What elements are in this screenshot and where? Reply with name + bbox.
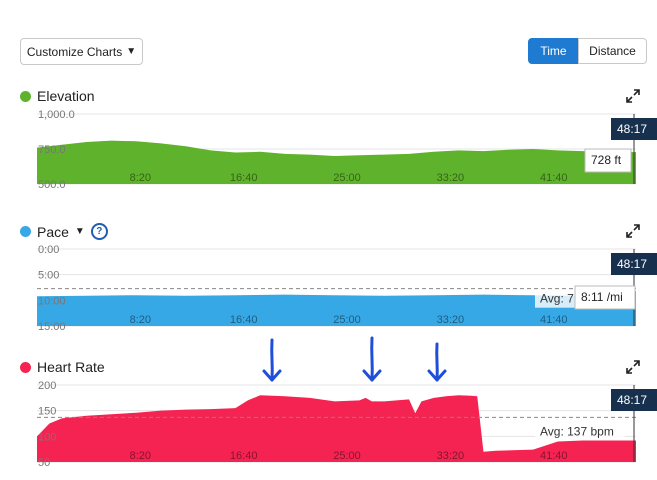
cursor-time-label: 48:17 bbox=[617, 393, 647, 407]
annotation-arrow bbox=[270, 338, 274, 382]
cursor-value-label: 728 ft bbox=[591, 153, 622, 167]
annotation-arrow bbox=[370, 336, 374, 382]
x-tick-label: 41:40 bbox=[540, 314, 568, 326]
y-tick-label: 10:00 bbox=[38, 295, 66, 307]
x-tick-label: 8:20 bbox=[130, 172, 151, 184]
x-tick-label: 41:40 bbox=[540, 450, 568, 462]
x-tick-label: 16:40 bbox=[230, 314, 258, 326]
y-tick-label: 750.0 bbox=[38, 144, 66, 156]
y-tick-label: 0:00 bbox=[38, 244, 59, 256]
x-tick-label: 41:40 bbox=[540, 172, 568, 184]
x-tick-label: 16:40 bbox=[230, 450, 258, 462]
cursor-value-label: 8:11 /mi bbox=[581, 290, 623, 304]
x-tick-label: 8:20 bbox=[130, 314, 151, 326]
y-tick-label: 1,000.0 bbox=[38, 109, 75, 121]
y-tick-label: 5:00 bbox=[38, 270, 59, 282]
x-tick-label: 25:00 bbox=[333, 172, 361, 184]
y-tick-label: 150 bbox=[38, 406, 56, 418]
charts-canvas: 500.0 750.0 1,000.0 8:20 16:40 25:00 33:20 41:4… bbox=[37, 109, 657, 469]
x-tick-label: 33:20 bbox=[437, 172, 465, 184]
y-tick-label: 500.0 bbox=[38, 179, 66, 191]
y-tick-label: 200 bbox=[38, 380, 56, 392]
cursor-time-label: 48:17 bbox=[617, 257, 647, 271]
cursor-time-label: 48:17 bbox=[617, 122, 647, 136]
x-tick-label: 25:00 bbox=[333, 450, 361, 462]
x-tick-label: 33:20 bbox=[437, 450, 465, 462]
x-tick-label: 25:00 bbox=[333, 314, 361, 326]
average-label: Avg: 137 bpm bbox=[540, 424, 614, 438]
x-tick-label: 33:20 bbox=[437, 314, 465, 326]
y-tick-label: 50 bbox=[38, 457, 50, 469]
y-tick-label: 15:00 bbox=[38, 321, 66, 333]
x-tick-label: 8:20 bbox=[130, 450, 151, 462]
y-tick-label: 100 bbox=[38, 431, 56, 443]
x-tick-label: 16:40 bbox=[230, 172, 258, 184]
annotation-arrow bbox=[435, 342, 439, 382]
